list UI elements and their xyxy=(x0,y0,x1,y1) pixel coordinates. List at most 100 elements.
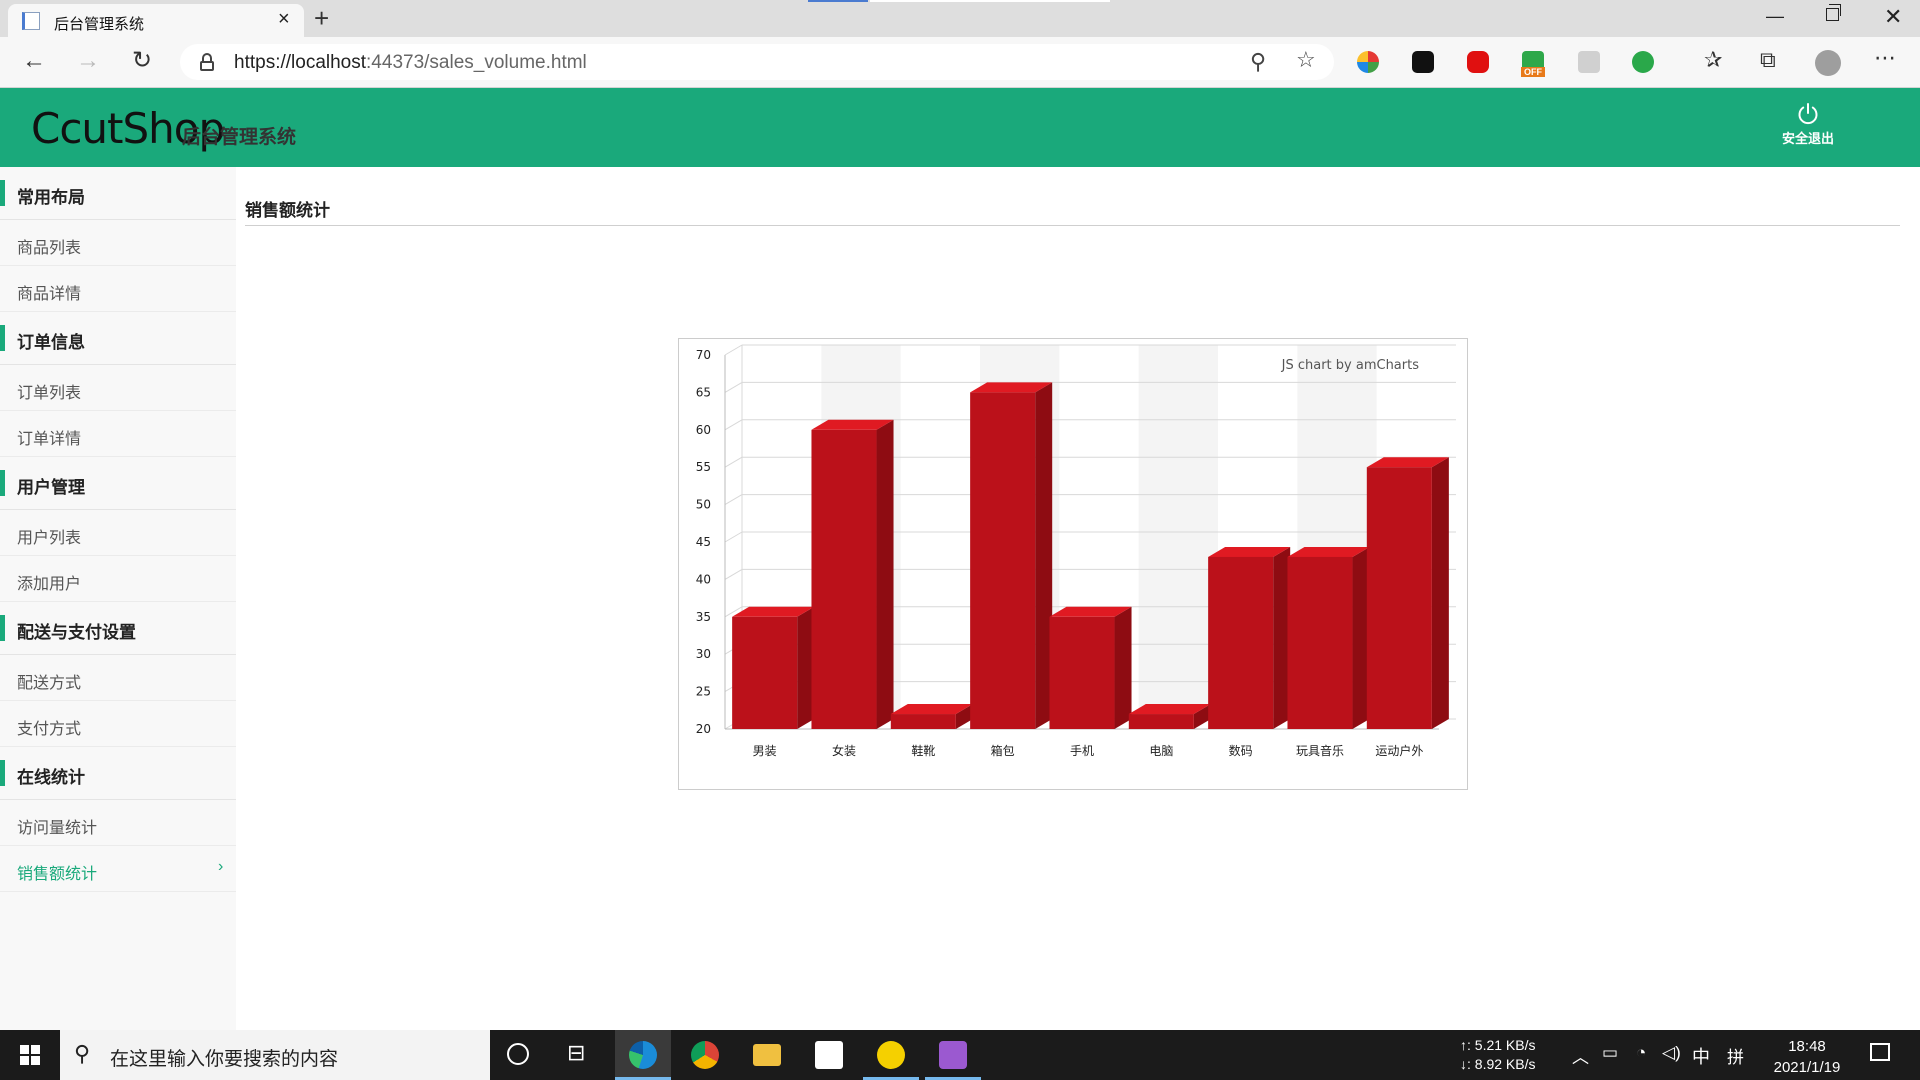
sidebar-item-user-list[interactable]: 用户列表 xyxy=(0,510,236,556)
sidebar-group-layout[interactable]: 常用布局 xyxy=(0,167,236,220)
browser-toolbar: ← → ↻ https://localhost:44373/sales_volu… xyxy=(0,37,1920,88)
bar-front xyxy=(970,392,1036,729)
taskbar-chrome-app[interactable] xyxy=(677,1030,733,1080)
chart-bar xyxy=(732,606,815,729)
tab-strip-accent xyxy=(808,0,868,2)
sidebar-group-statistics[interactable]: 在线统计 xyxy=(0,747,236,800)
chart-credit[interactable]: JS chart by amCharts xyxy=(1281,358,1420,373)
address-bar[interactable]: https://localhost:44373/sales_volume.htm… xyxy=(180,44,1334,80)
group-accent-bar xyxy=(0,760,5,786)
sidebar-item-label: 配送方式 xyxy=(17,675,82,692)
logout-label: 安全退出 xyxy=(1781,131,1834,146)
gridline-depth xyxy=(724,456,743,468)
store-bag-icon xyxy=(815,1041,843,1069)
group-accent-bar xyxy=(0,470,5,496)
favorite-star-icon[interactable]: ☆ xyxy=(1296,47,1316,73)
restore-window-button[interactable] xyxy=(1826,4,1841,21)
url-text[interactable]: https://localhost:44373/sales_volume.htm… xyxy=(234,52,587,74)
battery-icon[interactable]: ▭ xyxy=(1602,1043,1618,1063)
sidebar-item-order-detail[interactable]: 订单详情 xyxy=(0,411,236,457)
sidebar-item-label: 支付方式 xyxy=(17,721,82,738)
bar-front xyxy=(1128,714,1194,729)
chart-bar xyxy=(890,704,973,729)
task-view-icon[interactable]: ⊟ xyxy=(567,1040,585,1066)
extension-globe-icon[interactable] xyxy=(1357,51,1379,73)
windows-start-icon[interactable] xyxy=(20,1045,40,1065)
sidebar-item-label: 添加用户 xyxy=(17,576,82,593)
chart-x-ticks: 男装 女装 鞋靴 箱包 手机 电脑 数码 玩具音乐 运动户外 xyxy=(753,743,1424,758)
reload-icon[interactable]: ↻ xyxy=(132,47,152,75)
bar-front xyxy=(1208,556,1274,729)
collections-icon[interactable]: ⧉ xyxy=(1760,47,1776,73)
title-divider xyxy=(245,225,1900,226)
wifi-icon[interactable]: ◔ xyxy=(1636,1043,1646,1063)
network-speed-widget: ↑: 5.21 KB/s ↓: 8.92 KB/s xyxy=(1460,1036,1535,1074)
x-tick-label: 箱包 xyxy=(991,743,1015,758)
net-upload-speed: ↑: 5.21 KB/s xyxy=(1460,1037,1536,1053)
notification-center-icon[interactable] xyxy=(1870,1043,1890,1061)
gridline-depth xyxy=(724,568,743,580)
taskbar-edge-app[interactable] xyxy=(615,1030,671,1080)
more-menu-icon[interactable]: ⋯ xyxy=(1874,45,1896,71)
lock-icon[interactable] xyxy=(200,53,214,71)
taskbar-yellow-app[interactable] xyxy=(863,1030,919,1080)
y-tick-label: 55 xyxy=(696,460,711,474)
extension-translate-icon[interactable] xyxy=(1578,51,1600,73)
sidebar-item-order-list[interactable]: 订单列表 xyxy=(0,365,236,411)
sidebar-item-payment-method[interactable]: 支付方式 xyxy=(0,701,236,747)
app-header: CcutShop 后台管理系统 安全退出 xyxy=(0,88,1920,167)
taskbar-search-placeholder: 在这里输入你要搜索的内容 xyxy=(110,1049,339,1070)
tab-close-icon[interactable]: × xyxy=(278,9,290,29)
zoom-icon[interactable]: ⚲ xyxy=(1250,49,1266,75)
y-tick-label: 20 xyxy=(696,722,711,736)
favorites-list-icon[interactable]: ✰ xyxy=(1704,47,1722,73)
sidebar-item-product-list[interactable]: 商品列表 xyxy=(0,220,236,266)
url-host: https://localhost xyxy=(234,52,367,73)
group-accent-bar xyxy=(0,615,5,641)
gridline-depth xyxy=(724,419,743,431)
chart-bar xyxy=(1208,546,1291,729)
bar-front xyxy=(811,429,877,729)
sidebar-item-visit-stats[interactable]: 访问量统计 xyxy=(0,800,236,846)
sidebar-item-product-detail[interactable]: 商品详情 xyxy=(0,266,236,312)
sidebar-item-add-user[interactable]: 添加用户 xyxy=(0,556,236,602)
profile-avatar-icon[interactable] xyxy=(1815,50,1841,76)
taskbar-search-box[interactable]: ⚲ 在这里输入你要搜索的内容 xyxy=(60,1030,490,1080)
browser-tab[interactable]: 后台管理系统 × xyxy=(8,4,304,37)
cortana-icon[interactable] xyxy=(507,1043,529,1065)
bar-side xyxy=(876,419,894,729)
sidebar-group-delivery-payment[interactable]: 配送与支付设置 xyxy=(0,602,236,655)
page-favicon-icon xyxy=(22,12,40,30)
taskbar-clock[interactable]: 18:48 2021/1/19 xyxy=(1762,1036,1852,1078)
extension-adblock-icon[interactable] xyxy=(1467,51,1489,73)
volume-icon[interactable]: ◁) xyxy=(1662,1043,1681,1063)
windows-taskbar: ⚲ 在这里输入你要搜索的内容 ⊟ ↑: 5.21 KB/s ↓: 8.92 KB… xyxy=(0,1030,1920,1080)
gridline-depth xyxy=(724,344,743,356)
ime-language-indicator[interactable]: 中 xyxy=(1692,1043,1710,1069)
ime-mode-indicator[interactable]: 拼 xyxy=(1727,1043,1744,1068)
chart-bar xyxy=(1366,457,1449,729)
logout-button[interactable]: 安全退出 xyxy=(1772,102,1844,147)
sidebar-group-users[interactable]: 用户管理 xyxy=(0,457,236,510)
taskbar-store-app[interactable] xyxy=(801,1030,857,1080)
sidebar-item-sales-stats[interactable]: 销售额统计 › xyxy=(0,846,236,892)
y-tick-label: 40 xyxy=(696,572,711,586)
bar-front xyxy=(1366,467,1432,729)
y-tick-label: 35 xyxy=(696,610,711,624)
new-tab-button[interactable]: + xyxy=(314,4,329,32)
x-tick-label: 手机 xyxy=(1070,744,1094,758)
extension-tampermonkey-icon[interactable] xyxy=(1412,51,1434,73)
sidebar-item-delivery-method[interactable]: 配送方式 xyxy=(0,655,236,701)
sidebar-group-title: 在线统计 xyxy=(17,768,85,787)
minimize-window-button[interactable]: — xyxy=(1766,6,1784,27)
tray-chevron-up-icon[interactable]: ︿ xyxy=(1572,1043,1589,1068)
y-tick-label: 70 xyxy=(696,348,711,362)
taskbar-file-explorer-app[interactable] xyxy=(739,1030,795,1080)
forward-arrow-icon[interactable]: → xyxy=(76,47,100,75)
back-arrow-icon[interactable]: ← xyxy=(22,47,46,75)
extension-check-icon[interactable] xyxy=(1632,51,1654,73)
clock-time: 18:48 xyxy=(1788,1038,1826,1055)
sidebar-group-orders[interactable]: 订单信息 xyxy=(0,312,236,365)
close-window-button[interactable]: ✕ xyxy=(1884,4,1902,30)
taskbar-visual-studio-app[interactable] xyxy=(925,1030,981,1080)
